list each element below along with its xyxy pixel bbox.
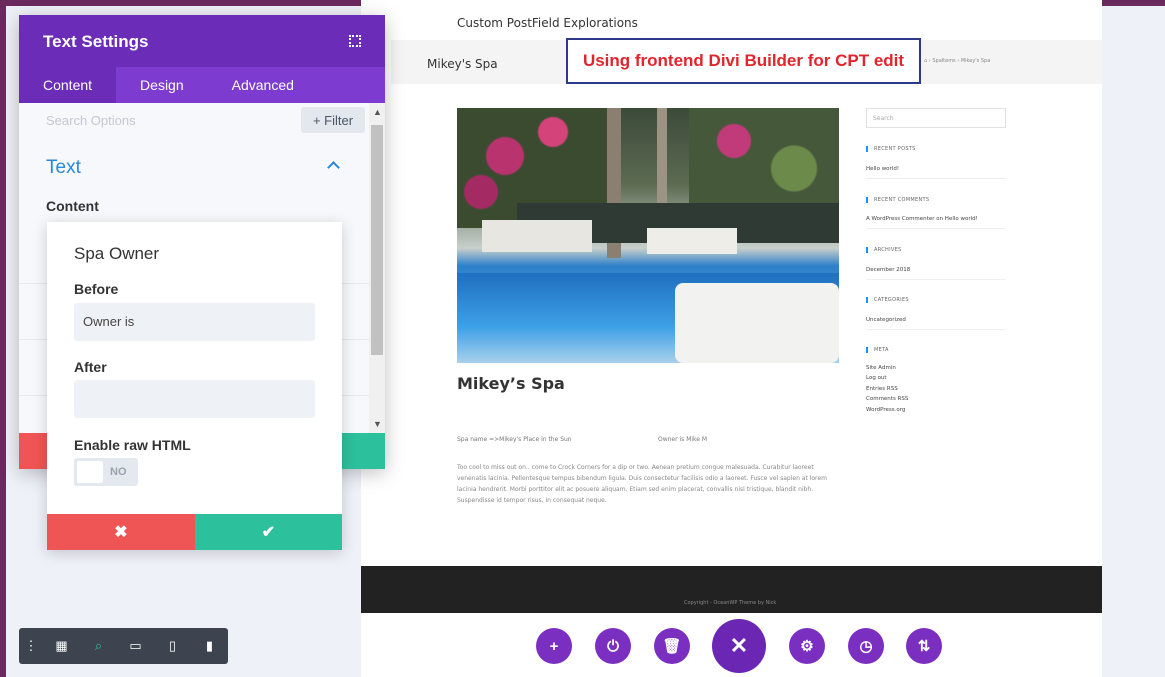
page-settings-toolbar: ⋮ ▦ ⌕ ▭ ▯ ▮ bbox=[19, 628, 228, 664]
filter-button[interactable]: + Filter bbox=[301, 107, 365, 133]
scroll-up-icon[interactable]: ▲ bbox=[373, 107, 382, 117]
post-body: Too cool to miss out on.. come to Crock … bbox=[457, 464, 827, 504]
chevron-up-icon[interactable] bbox=[327, 161, 340, 174]
footer-copyright: Copyright - OceanWP Theme by Nick bbox=[684, 600, 777, 606]
site-footer: Copyright - OceanWP Theme by Nick bbox=[361, 566, 1102, 613]
history-icon[interactable]: ◷ bbox=[848, 628, 884, 664]
sidebar-meta-link[interactable]: Site Admin bbox=[866, 365, 896, 371]
featured-image bbox=[457, 108, 839, 363]
raw-html-label: Enable raw HTML bbox=[74, 437, 191, 453]
after-input[interactable] bbox=[74, 380, 315, 418]
more-options-icon[interactable]: ⋮ bbox=[19, 628, 43, 664]
toggle-knob bbox=[77, 461, 103, 483]
site-preview: Custom PostField Explorations Mikey's Sp… bbox=[361, 0, 1102, 677]
close-builder-button[interactable]: ✕ bbox=[712, 619, 766, 673]
card-title: Spa Owner bbox=[74, 244, 160, 263]
spa-name-field[interactable]: Spa name =>Mikey's Place in the Sun bbox=[457, 436, 572, 443]
add-module-button[interactable]: + bbox=[536, 628, 572, 664]
panel-header: Text Settings bbox=[19, 15, 385, 67]
site-title[interactable]: Custom PostField Explorations bbox=[457, 16, 638, 30]
after-label: After bbox=[74, 359, 107, 375]
tab-advanced[interactable]: Advanced bbox=[208, 67, 318, 103]
dynamic-content-settings-card: Spa Owner Before Owner is After Enable r… bbox=[47, 222, 342, 550]
save-changes-button[interactable] bbox=[339, 433, 385, 469]
search-options-input[interactable]: Search Options bbox=[46, 113, 136, 128]
power-icon[interactable]: ⏻ bbox=[595, 628, 631, 664]
content-label: Content bbox=[46, 198, 99, 214]
sidebar-meta-link[interactable]: Comments RSS bbox=[866, 396, 908, 402]
scrollbar-thumb[interactable] bbox=[371, 125, 383, 355]
sidebar-meta-link[interactable]: Log out bbox=[866, 375, 887, 381]
desktop-view-icon[interactable]: ▭ bbox=[117, 628, 154, 664]
confirm-button[interactable]: ✔ bbox=[195, 514, 342, 550]
portability-icon[interactable]: ⇅ bbox=[906, 628, 942, 664]
expand-icon[interactable] bbox=[349, 35, 361, 47]
sidebar-heading-recent-posts: RECENT POSTS bbox=[866, 146, 916, 152]
cancel-button[interactable]: ✖ bbox=[47, 514, 195, 550]
zoom-icon[interactable]: ⌕ bbox=[80, 628, 117, 664]
sidebar-heading-categories: CATEGORIES bbox=[866, 297, 909, 303]
wireframe-view-icon[interactable]: ▦ bbox=[43, 628, 80, 664]
tablet-view-icon[interactable]: ▯ bbox=[154, 628, 191, 664]
spa-owner-field[interactable]: Owner is Mike M bbox=[658, 436, 707, 443]
tab-content[interactable]: Content bbox=[19, 67, 117, 103]
toggle-state: NO bbox=[110, 466, 127, 478]
scroll-down-icon[interactable]: ▼ bbox=[373, 419, 382, 429]
tab-design[interactable]: Design bbox=[116, 67, 208, 103]
sidebar-link-recent-comment[interactable]: A WordPress Commenter on Hello world! bbox=[866, 216, 978, 222]
sidebar-heading-archives: ARCHIVES bbox=[866, 247, 902, 253]
raw-html-toggle[interactable]: NO bbox=[74, 458, 138, 486]
sidebar-heading-meta: META bbox=[866, 347, 889, 353]
search-options-row: Search Options + Filter bbox=[19, 103, 367, 139]
sidebar-search-input[interactable]: Search bbox=[866, 108, 1006, 128]
breadcrumb[interactable]: ⌂ › Spaltems › Mikey's Spa bbox=[924, 58, 990, 64]
page-name: Mikey's Spa bbox=[427, 57, 498, 71]
phone-view-icon[interactable]: ▮ bbox=[191, 628, 228, 664]
trash-icon[interactable]: 🗑 bbox=[654, 628, 690, 664]
builder-action-bar: + ⏻ 🗑 ✕ ⚙ ◷ ⇅ bbox=[361, 613, 1102, 677]
panel-title: Text Settings bbox=[43, 32, 149, 51]
panel-tabs: Content Design Advanced bbox=[19, 67, 385, 103]
sidebar-link-archive[interactable]: December 2018 bbox=[866, 267, 910, 273]
before-input[interactable]: Owner is bbox=[74, 303, 315, 341]
annotation-callout: Using frontend Divi Builder for CPT edit bbox=[566, 38, 921, 84]
sidebar-link-recent-post[interactable]: Hello world! bbox=[866, 166, 899, 172]
gear-icon[interactable]: ⚙ bbox=[789, 628, 825, 664]
sidebar-meta-link[interactable]: WordPress.org bbox=[866, 407, 905, 413]
before-label: Before bbox=[74, 281, 119, 297]
post-title: Mikey’s Spa bbox=[457, 374, 565, 393]
sidebar-heading-recent-comments: RECENT COMMENTS bbox=[866, 197, 929, 203]
sidebar-meta-link[interactable]: Entries RSS bbox=[866, 386, 898, 392]
sidebar-link-category[interactable]: Uncategorized bbox=[866, 317, 906, 323]
section-title[interactable]: Text bbox=[46, 157, 81, 179]
